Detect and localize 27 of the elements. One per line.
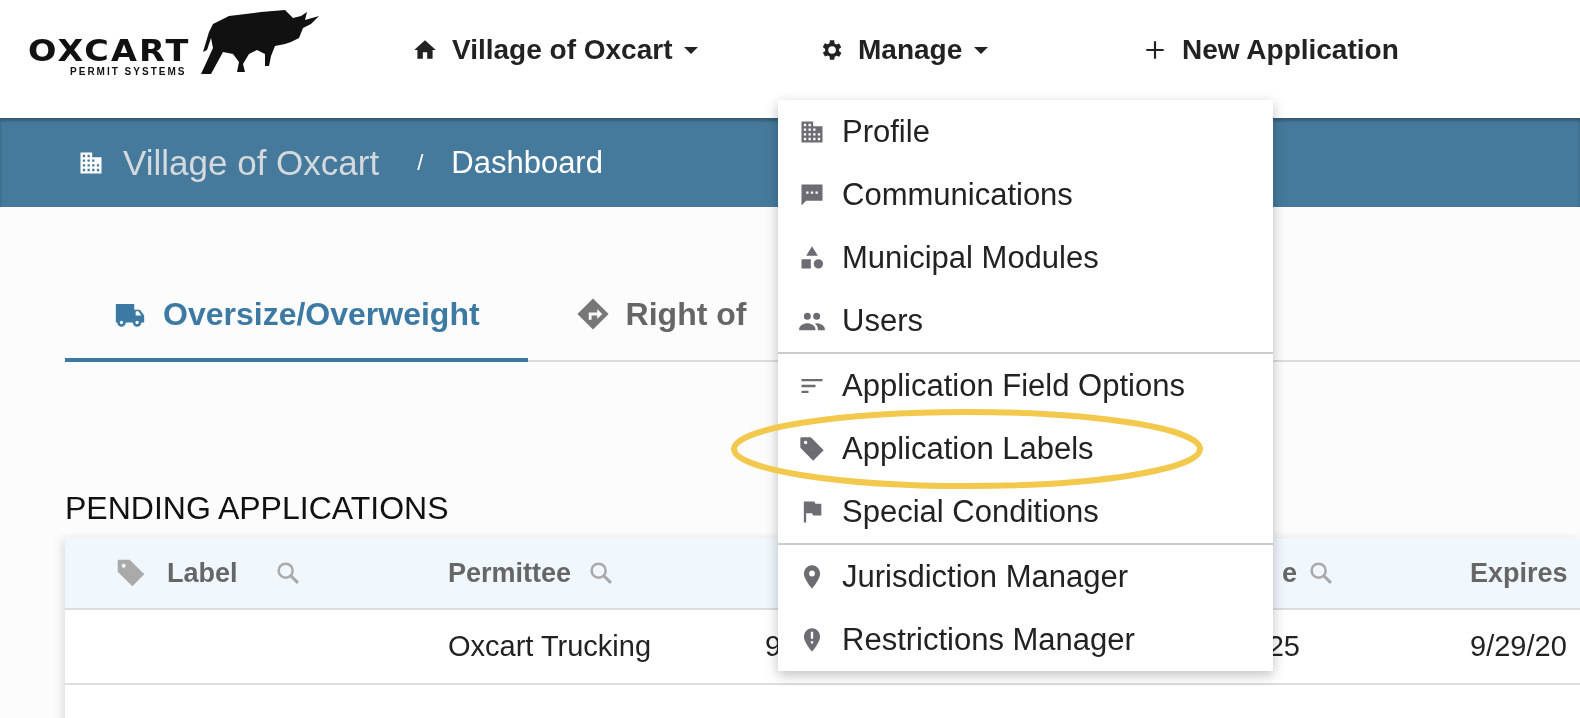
column-header: Permittee [448,557,572,589]
section-heading: PENDING APPLICATIONS [65,491,449,527]
column-header: Label [167,557,238,589]
nav-menu-button[interactable]: New Application [1142,28,1399,72]
table-cell: 9/29/20 [1470,630,1567,663]
column-header: e [1281,557,1297,589]
table-cell: Oxcart Trucking [448,630,652,663]
menu-item[interactable]: Communications [778,163,1273,226]
menu-item[interactable]: Restrictions Manager [778,608,1273,671]
menu-item[interactable]: Profile [778,100,1273,163]
tab[interactable]: Oversize/Overweight [65,270,528,362]
breadcrumb-separator: / [417,149,424,176]
tag-icon [798,434,826,463]
logo-tagline: PERMIT SYSTEMS [70,66,187,78]
turn-sign-icon [575,297,610,331]
column-search-button[interactable] [1307,559,1335,587]
menu-item[interactable]: Jurisdiction Manager [778,545,1273,608]
breadcrumb-link[interactable]: Dashboard [451,144,603,181]
menu-item[interactable]: Application Labels [778,417,1273,480]
nav-menu-button[interactable]: Manage [818,28,989,72]
search-icon [1307,559,1335,587]
menu-item[interactable]: Special Conditions [778,480,1273,543]
tag-icon [115,557,147,589]
column-header: Expires [1470,557,1568,589]
logo-wordmark: OXCART [28,34,191,66]
nav-menu-button[interactable]: Village of Oxcart [412,28,699,72]
ox-logo-icon [198,10,321,74]
